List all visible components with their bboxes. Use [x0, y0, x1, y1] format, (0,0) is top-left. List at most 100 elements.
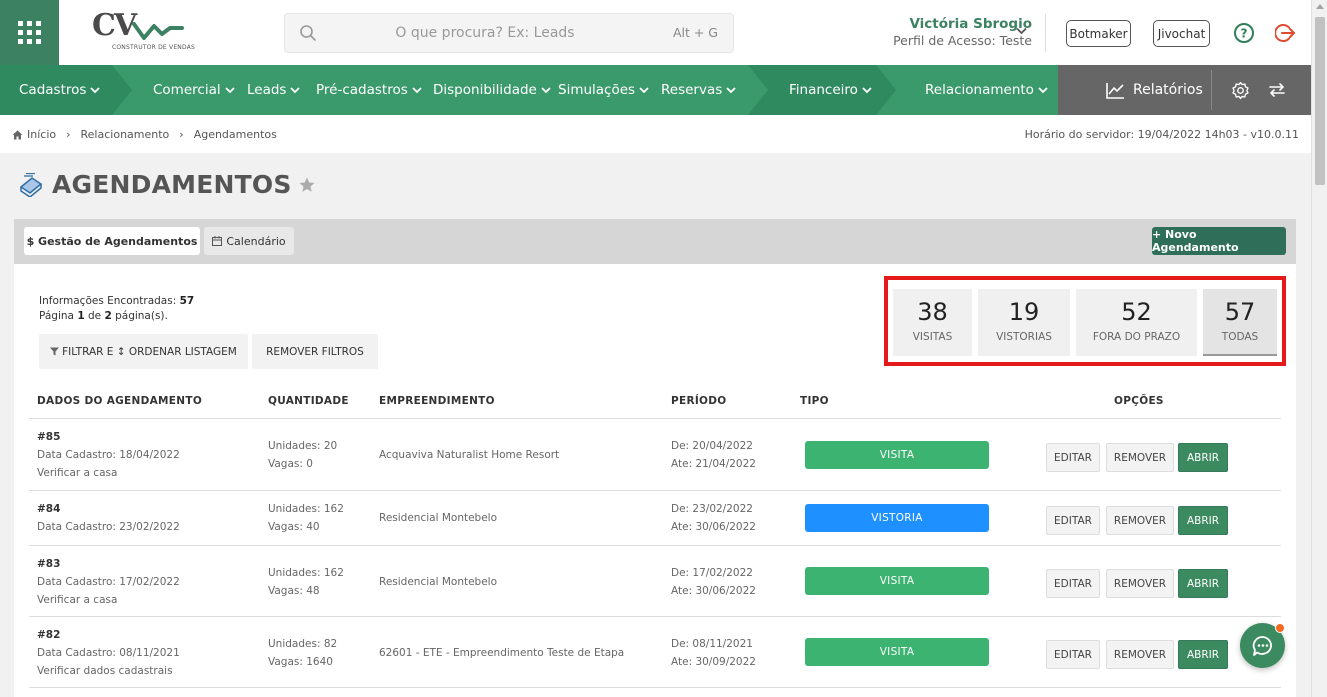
appointment-id: #85: [37, 431, 61, 443]
open-button[interactable]: ABRIR: [1178, 506, 1228, 535]
nav-label: Relatórios: [1133, 82, 1203, 98]
logo[interactable]: CV CONSTRUTOR DE VENDAS: [92, 8, 195, 54]
units: Unidades: 82: [268, 638, 338, 650]
nav-label: Simulações: [558, 82, 636, 98]
period-start: De: 23/02/2022: [671, 503, 753, 515]
edit-button[interactable]: EDITAR: [1046, 443, 1100, 472]
appointment-desc: Verificar a casa: [37, 594, 118, 606]
chevron-down-icon: [90, 86, 101, 93]
nav-simulacoes[interactable]: Simulações: [558, 65, 649, 115]
jivochat-button[interactable]: Jivochat: [1153, 20, 1210, 47]
nav-financeiro[interactable]: Financeiro: [789, 65, 872, 115]
table-row[interactable]: #82 Data Cadastro: 08/11/2021 Verificar …: [29, 617, 1281, 688]
help-icon[interactable]: ?: [1233, 22, 1255, 44]
open-button[interactable]: ABRIR: [1178, 569, 1228, 598]
stat-fora-do-prazo[interactable]: 52 FORA DO PRAZO: [1076, 289, 1197, 356]
remove-filters-button[interactable]: REMOVER FILTROS: [252, 334, 378, 369]
column-header[interactable]: EMPREENDIMENTO: [379, 395, 495, 407]
remove-button[interactable]: REMOVER: [1106, 569, 1174, 598]
edit-button[interactable]: EDITAR: [1046, 506, 1100, 535]
column-header[interactable]: PERÍODO: [671, 395, 727, 407]
nav-comercial[interactable]: Comercial: [153, 65, 235, 115]
open-button[interactable]: ABRIR: [1178, 640, 1228, 669]
appointment-id: #82: [37, 629, 61, 641]
new-appointment-button[interactable]: + Novo Agendamento: [1152, 227, 1286, 255]
stat-todas[interactable]: 57 TODAS: [1203, 289, 1277, 356]
chat-icon: [1252, 635, 1272, 656]
chevron-down-icon[interactable]: [1016, 27, 1027, 35]
chevron-down-icon: [1038, 86, 1048, 93]
breadcrumb-home[interactable]: Início: [27, 128, 56, 141]
table-row[interactable]: #85 Data Cadastro: 18/04/2022 Verificar …: [29, 419, 1281, 491]
stat-value: 19: [1008, 298, 1040, 326]
chevron-down-icon: [541, 86, 551, 93]
nav-label: Comercial: [153, 82, 221, 98]
period-end: Ate: 30/09/2022: [671, 656, 756, 668]
page-suffix: página(s).: [115, 310, 168, 322]
filter-icon: [50, 347, 60, 356]
type-badge: VISITA: [805, 441, 989, 469]
column-header[interactable]: DADOS DO AGENDAMENTO: [37, 395, 202, 407]
development: Residencial Montebelo: [379, 512, 498, 524]
botmaker-button[interactable]: Botmaker: [1066, 20, 1131, 47]
scrollbar-thumb[interactable]: [1315, 17, 1325, 185]
tab-calendario[interactable]: Calendário: [204, 227, 294, 255]
apps-menu-button[interactable]: [0, 0, 59, 65]
stat-visitas[interactable]: 38 VISITAS: [893, 289, 972, 356]
results-info: Informações Encontradas: 57 Página 1 de …: [39, 294, 194, 324]
table-row[interactable]: #83 Data Cadastro: 17/02/2022 Verificar …: [29, 546, 1281, 617]
stat-vistorias[interactable]: 19 VISTORIAS: [978, 289, 1070, 356]
stat-label: FORA DO PRAZO: [1092, 331, 1181, 343]
remove-button[interactable]: REMOVER: [1106, 640, 1174, 669]
appointment-date: Data Cadastro: 18/04/2022: [37, 449, 180, 461]
nav-relacionamento[interactable]: Relacionamento: [925, 65, 1048, 115]
user-menu[interactable]: Victória Sbrogio Perfil de Acesso: Teste: [866, 16, 1032, 48]
panel-body: Informações Encontradas: 57 Página 1 de …: [14, 264, 1296, 697]
svg-text:?: ?: [1241, 27, 1248, 41]
nav-relatorios[interactable]: Relatórios: [1106, 65, 1203, 115]
stat-value: 52: [1121, 298, 1152, 326]
search-input[interactable]: [325, 14, 645, 52]
table-header: DADOS DO AGENDAMENTO QUANTIDADE EMPREEND…: [29, 388, 1281, 419]
appointment-id: #84: [37, 503, 61, 515]
remove-button[interactable]: REMOVER: [1106, 443, 1174, 472]
type-badge: VISTORIA: [805, 504, 989, 532]
breadcrumb-bar: Início › Relacionamento › Agendamentos H…: [0, 115, 1311, 153]
nav-leads[interactable]: Leads: [247, 65, 301, 115]
nav-pre-cadastros[interactable]: Pré-cadastros: [316, 65, 422, 115]
swap-icon[interactable]: [1268, 81, 1286, 99]
parking: Vagas: 48: [268, 585, 320, 597]
chevron-down-icon: [862, 86, 872, 93]
appointment-date: Data Cadastro: 23/02/2022: [37, 521, 180, 533]
gear-icon[interactable]: [1231, 81, 1250, 100]
table-row[interactable]: #84 Data Cadastro: 23/02/2022 Unidades: …: [29, 491, 1281, 546]
open-button[interactable]: ABRIR: [1178, 443, 1228, 472]
nav-reservas[interactable]: Reservas: [661, 65, 736, 115]
breadcrumb: Início › Relacionamento › Agendamentos: [12, 128, 277, 141]
type-badge: VISITA: [805, 638, 989, 666]
logout-icon[interactable]: [1275, 22, 1297, 44]
units: Unidades: 162: [268, 567, 344, 579]
breadcrumb-relacionamento[interactable]: Relacionamento: [81, 128, 170, 141]
edit-button[interactable]: EDITAR: [1046, 569, 1100, 598]
nav-cadastros[interactable]: Cadastros: [19, 65, 101, 115]
page-of: de: [87, 310, 102, 322]
filter-order-button[interactable]: FILTRAR E ↕ ORDENAR LISTAGEM: [39, 334, 248, 369]
search-icon: [300, 25, 316, 41]
tab-gestao-agendamentos[interactable]: $ Gestão de Agendamentos: [24, 227, 200, 255]
scroll-up-icon[interactable]: [1316, 4, 1324, 9]
edit-button[interactable]: EDITAR: [1046, 640, 1100, 669]
column-header[interactable]: TIPO: [800, 395, 829, 407]
star-icon[interactable]: [298, 176, 316, 194]
search-box[interactable]: Alt + G: [284, 13, 734, 53]
divider: [1211, 70, 1212, 110]
stat-label: VISTORIAS: [996, 331, 1052, 343]
page-scrollbar[interactable]: [1311, 0, 1327, 697]
units: Unidades: 20: [268, 440, 338, 452]
period-start: De: 08/11/2021: [671, 638, 753, 650]
column-header[interactable]: QUANTIDADE: [268, 395, 349, 407]
remove-button[interactable]: REMOVER: [1106, 506, 1174, 535]
nav-disponibilidade[interactable]: Disponibilidade: [433, 65, 551, 115]
stat-label: VISITAS: [912, 331, 953, 343]
chevron-down-icon: [224, 86, 235, 93]
